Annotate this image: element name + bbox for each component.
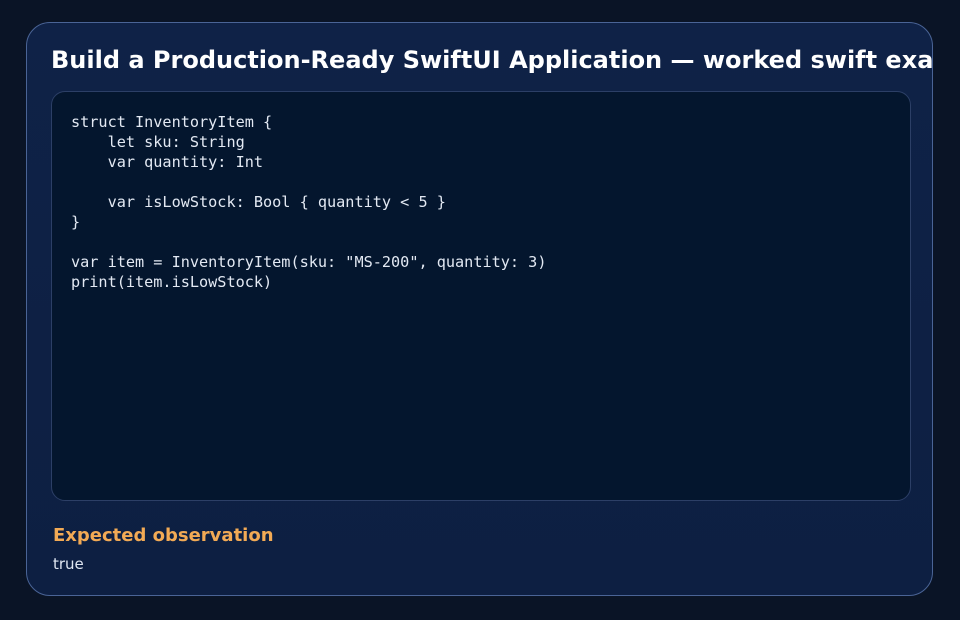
example-card: Build a Production-Ready SwiftUI Applica… xyxy=(26,22,933,596)
card-title: Build a Production-Ready SwiftUI Applica… xyxy=(51,46,933,74)
code-text[interactable]: struct InventoryItem { let sku: String v… xyxy=(71,112,546,292)
observation-value: true xyxy=(53,555,84,573)
observation-heading: Expected observation xyxy=(53,525,274,546)
code-block[interactable]: struct InventoryItem { let sku: String v… xyxy=(51,91,911,501)
